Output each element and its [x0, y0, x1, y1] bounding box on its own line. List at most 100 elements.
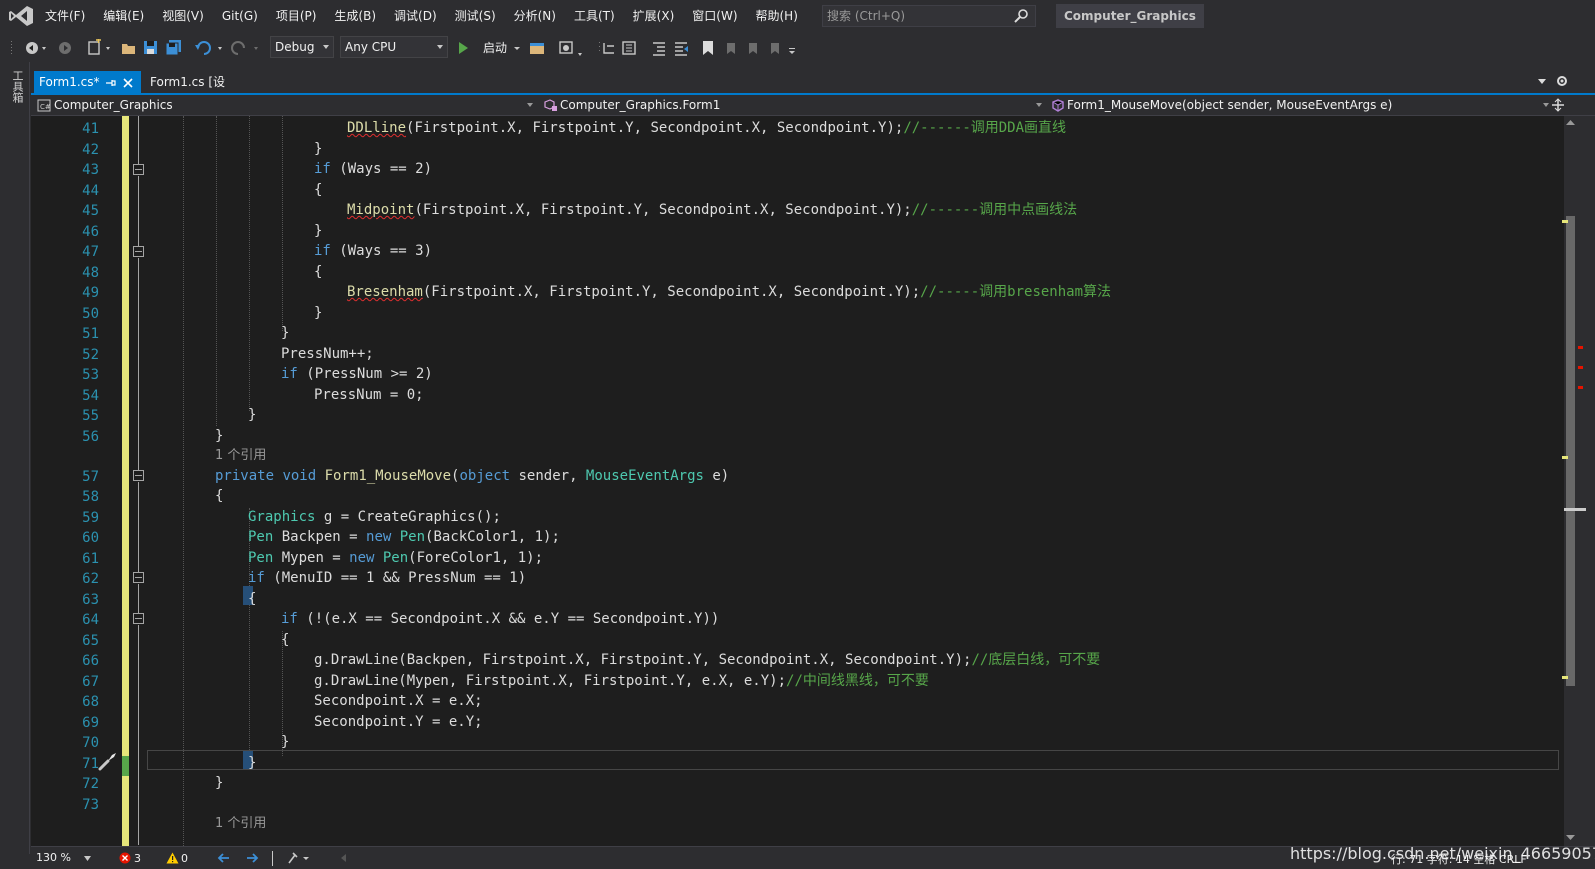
new-project-icon[interactable] [86, 39, 116, 57]
quick-actions-screwdriver-icon[interactable] [97, 750, 119, 772]
standard-toolbar: Debug Any CPU [0, 33, 1595, 62]
code-keyword: new [366, 529, 392, 545]
code-keyword: if [314, 161, 331, 177]
close-icon[interactable] [122, 77, 134, 89]
tab-form1-cs[interactable]: Form1.cs* [34, 71, 141, 95]
save-icon[interactable] [142, 39, 160, 57]
menu-edit[interactable]: 编辑(E) [94, 0, 153, 33]
zoom-dropdown[interactable]: 130 % [34, 849, 91, 867]
code-comment: //中间线黑线，可不要 [786, 673, 929, 689]
code-editor[interactable]: 41 42 43 44 45 46 47 48 49 50 51 52 53 5… [31, 116, 1564, 846]
navigate-backward-arrow-icon[interactable] [217, 851, 231, 865]
indent-icon[interactable] [672, 39, 690, 57]
save-all-icon[interactable] [164, 39, 184, 57]
line-number: 67 [82, 674, 99, 690]
line-number: 59 [82, 510, 99, 526]
line-number: 42 [82, 142, 99, 158]
error-count[interactable]: 3 [119, 850, 141, 867]
start-debugging-icon[interactable] [456, 39, 470, 57]
menu-tools[interactable]: 工具(T) [565, 0, 624, 33]
code-text-area[interactable]: DDLline(Firstpoint.X, Firstpoint.Y, Seco… [149, 116, 1549, 846]
gear-icon[interactable] [1555, 74, 1569, 88]
menu-bar: 文件(F) 编辑(E) 视图(V) Git(G) 项目(P) 生成(B) 调试(… [0, 0, 1595, 33]
previous-bookmark-icon[interactable] [722, 39, 738, 57]
code-line: Pen Backpen = new Pen(BackColor1, 1); [248, 527, 560, 547]
navigate-back-icon[interactable] [24, 39, 48, 57]
menu-extensions[interactable]: 扩展(X) [624, 0, 684, 33]
split-window-icon[interactable] [1551, 98, 1565, 112]
open-file-icon[interactable] [120, 39, 138, 57]
fold-toggle-icon[interactable] [133, 246, 144, 257]
start-dropdown-icon[interactable] [512, 39, 524, 57]
code-cleanup-brush-icon[interactable] [287, 851, 313, 865]
toolbar-overflow-icon[interactable] [786, 39, 798, 57]
line-number: 51 [82, 326, 99, 342]
scrollbar-thumb[interactable] [1566, 216, 1575, 686]
code-token: sender, [510, 468, 586, 484]
codelens-references[interactable]: 1 个引用 [215, 446, 266, 466]
menu-project[interactable]: 项目(P) [267, 0, 326, 33]
tab-form1-designer[interactable]: Form1.cs [设计]* [144, 71, 251, 112]
codelens-references[interactable]: 1 个引用 [215, 814, 266, 834]
navigate-forward-arrow-icon[interactable] [245, 851, 259, 865]
redo-icon[interactable] [230, 39, 264, 57]
menu-file[interactable]: 文件(F) [36, 0, 94, 33]
search-input[interactable] [823, 6, 1008, 26]
fold-toggle-icon[interactable] [133, 470, 144, 481]
toolbox-tab[interactable]: 工具箱 [9, 70, 25, 103]
scroll-up-arrow-icon[interactable] [1565, 118, 1576, 126]
menu-debug[interactable]: 调试(D) [385, 0, 446, 33]
menu-window[interactable]: 窗口(W) [683, 0, 746, 33]
chevron-down-icon [1036, 103, 1042, 107]
scroll-down-arrow-icon[interactable] [1565, 834, 1576, 842]
bookmark-icon[interactable] [700, 39, 716, 57]
code-line: Bresenham(Firstpoint.X, Firstpoint.Y, Se… [347, 282, 1111, 302]
line-number: 57 [82, 469, 99, 485]
solution-configuration-dropdown[interactable]: Debug [270, 36, 334, 58]
line-number: 66 [82, 653, 99, 669]
search-icon[interactable] [1013, 8, 1029, 24]
line-number: 63 [82, 592, 99, 608]
menu-view[interactable]: 视图(V) [153, 0, 213, 33]
vertical-scrollbar[interactable] [1562, 116, 1595, 846]
fold-toggle-icon[interactable] [133, 572, 144, 583]
project-dropdown[interactable]: C# Computer_Graphics [34, 96, 537, 115]
step-into-icon[interactable] [620, 39, 638, 57]
browser-link-icon[interactable] [528, 39, 546, 57]
undo-icon[interactable] [194, 39, 228, 57]
screenshot-tool-icon[interactable] [558, 39, 588, 57]
fold-toggle-icon[interactable] [133, 164, 144, 175]
code-keyword: if [248, 570, 265, 586]
outdent-icon[interactable] [650, 39, 668, 57]
navigate-forward-icon[interactable] [56, 39, 74, 57]
code-line: Pen Mypen = new Pen(ForeColor1, 1); [248, 548, 543, 568]
code-token: g.DrawLine(Backpen, Firstpoint.X, Firstp… [314, 652, 972, 668]
start-button-label[interactable]: 启动 [483, 39, 507, 56]
warning-count[interactable]: 0 [166, 850, 188, 867]
next-bookmark-icon[interactable] [744, 39, 760, 57]
code-token: (Firstpoint.X, Firstpoint.Y, Secondpoint… [414, 202, 912, 218]
horizontal-scroll-left-icon[interactable] [339, 853, 347, 863]
pin-icon[interactable] [104, 77, 116, 89]
code-line: } [215, 428, 224, 444]
member-name: Form1_MouseMove(object sender, MouseEven… [1067, 98, 1393, 112]
toolbar-grip-icon [599, 42, 614, 54]
class-dropdown[interactable]: Computer_Graphics.Form1 [540, 96, 1046, 115]
code-line: } [314, 223, 323, 239]
code-token: (BackColor1, 1); [425, 529, 560, 545]
visual-studio-logo-icon[interactable] [8, 5, 34, 27]
fold-toggle-icon[interactable] [133, 613, 144, 624]
solution-platform-dropdown[interactable]: Any CPU [340, 36, 448, 58]
code-line: if (Ways == 3) [314, 241, 432, 261]
menu-git[interactable]: Git(G) [213, 0, 267, 33]
menu-help[interactable]: 帮助(H) [747, 0, 807, 33]
menu-analyze[interactable]: 分析(N) [505, 0, 565, 33]
tab-list-dropdown-icon[interactable] [1536, 76, 1548, 86]
clear-bookmarks-icon[interactable] [766, 39, 782, 57]
change-marker [1562, 676, 1568, 679]
line-number: 49 [82, 285, 99, 301]
member-dropdown[interactable]: Form1_MouseMove(object sender, MouseEven… [1047, 96, 1553, 115]
code-line: g.DrawLine(Mypen, Firstpoint.X, Firstpoi… [314, 671, 929, 691]
menu-build[interactable]: 生成(B) [325, 0, 385, 33]
menu-test[interactable]: 测试(S) [446, 0, 505, 33]
